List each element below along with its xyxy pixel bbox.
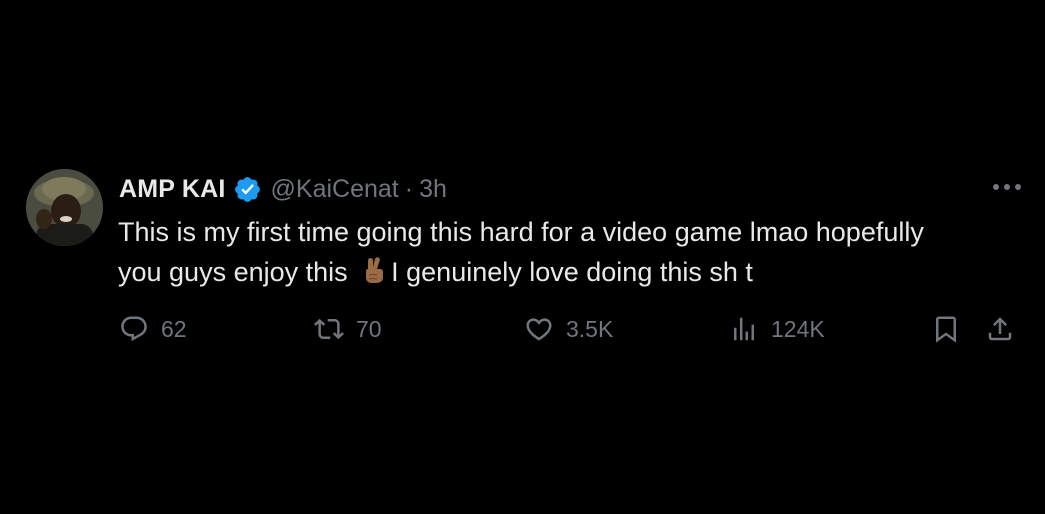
views-button[interactable]: 124K xyxy=(729,311,825,347)
avatar[interactable] xyxy=(26,169,103,246)
crossed-fingers-emoji-icon xyxy=(359,255,389,285)
share-button[interactable] xyxy=(985,311,1015,347)
tweet-text-line-2b: I genuinely love doing this sh t xyxy=(391,257,753,287)
tweet-text-line-1: This is my first time going this hard fo… xyxy=(118,217,924,247)
tweet-actions: 62 70 3.5K 124K xyxy=(119,311,1024,347)
like-button[interactable]: 3.5K xyxy=(524,311,613,347)
verified-badge-icon xyxy=(233,175,262,204)
heart-icon xyxy=(524,314,554,344)
like-count: 3.5K xyxy=(566,315,614,342)
share-icon xyxy=(985,314,1015,344)
tweet-header: AMP KAI @KaiCenat · 3h xyxy=(119,173,447,205)
bookmark-icon xyxy=(931,314,961,344)
retweet-count: 70 xyxy=(356,315,382,342)
tweet-text-line-2a: you guys enjoy this xyxy=(118,257,356,287)
bookmark-button[interactable] xyxy=(931,311,961,347)
author-name[interactable]: AMP KAI xyxy=(119,175,226,204)
tweet-card[interactable]: AMP KAI @KaiCenat · 3h This is my first … xyxy=(26,168,1024,348)
reply-count: 62 xyxy=(161,315,187,342)
tweet-timestamp[interactable]: 3h xyxy=(419,175,447,204)
separator-dot: · xyxy=(404,174,414,203)
retweet-button[interactable]: 70 xyxy=(314,311,382,347)
author-handle[interactable]: @KaiCenat xyxy=(271,175,399,204)
views-count: 124K xyxy=(771,315,825,342)
reply-button[interactable]: 62 xyxy=(119,311,187,347)
reply-icon xyxy=(119,314,149,344)
views-chart-icon xyxy=(729,314,759,344)
more-options-icon[interactable] xyxy=(992,176,1022,198)
retweet-icon xyxy=(314,314,344,344)
tweet-text: This is my first time going this hard fo… xyxy=(118,212,1018,292)
